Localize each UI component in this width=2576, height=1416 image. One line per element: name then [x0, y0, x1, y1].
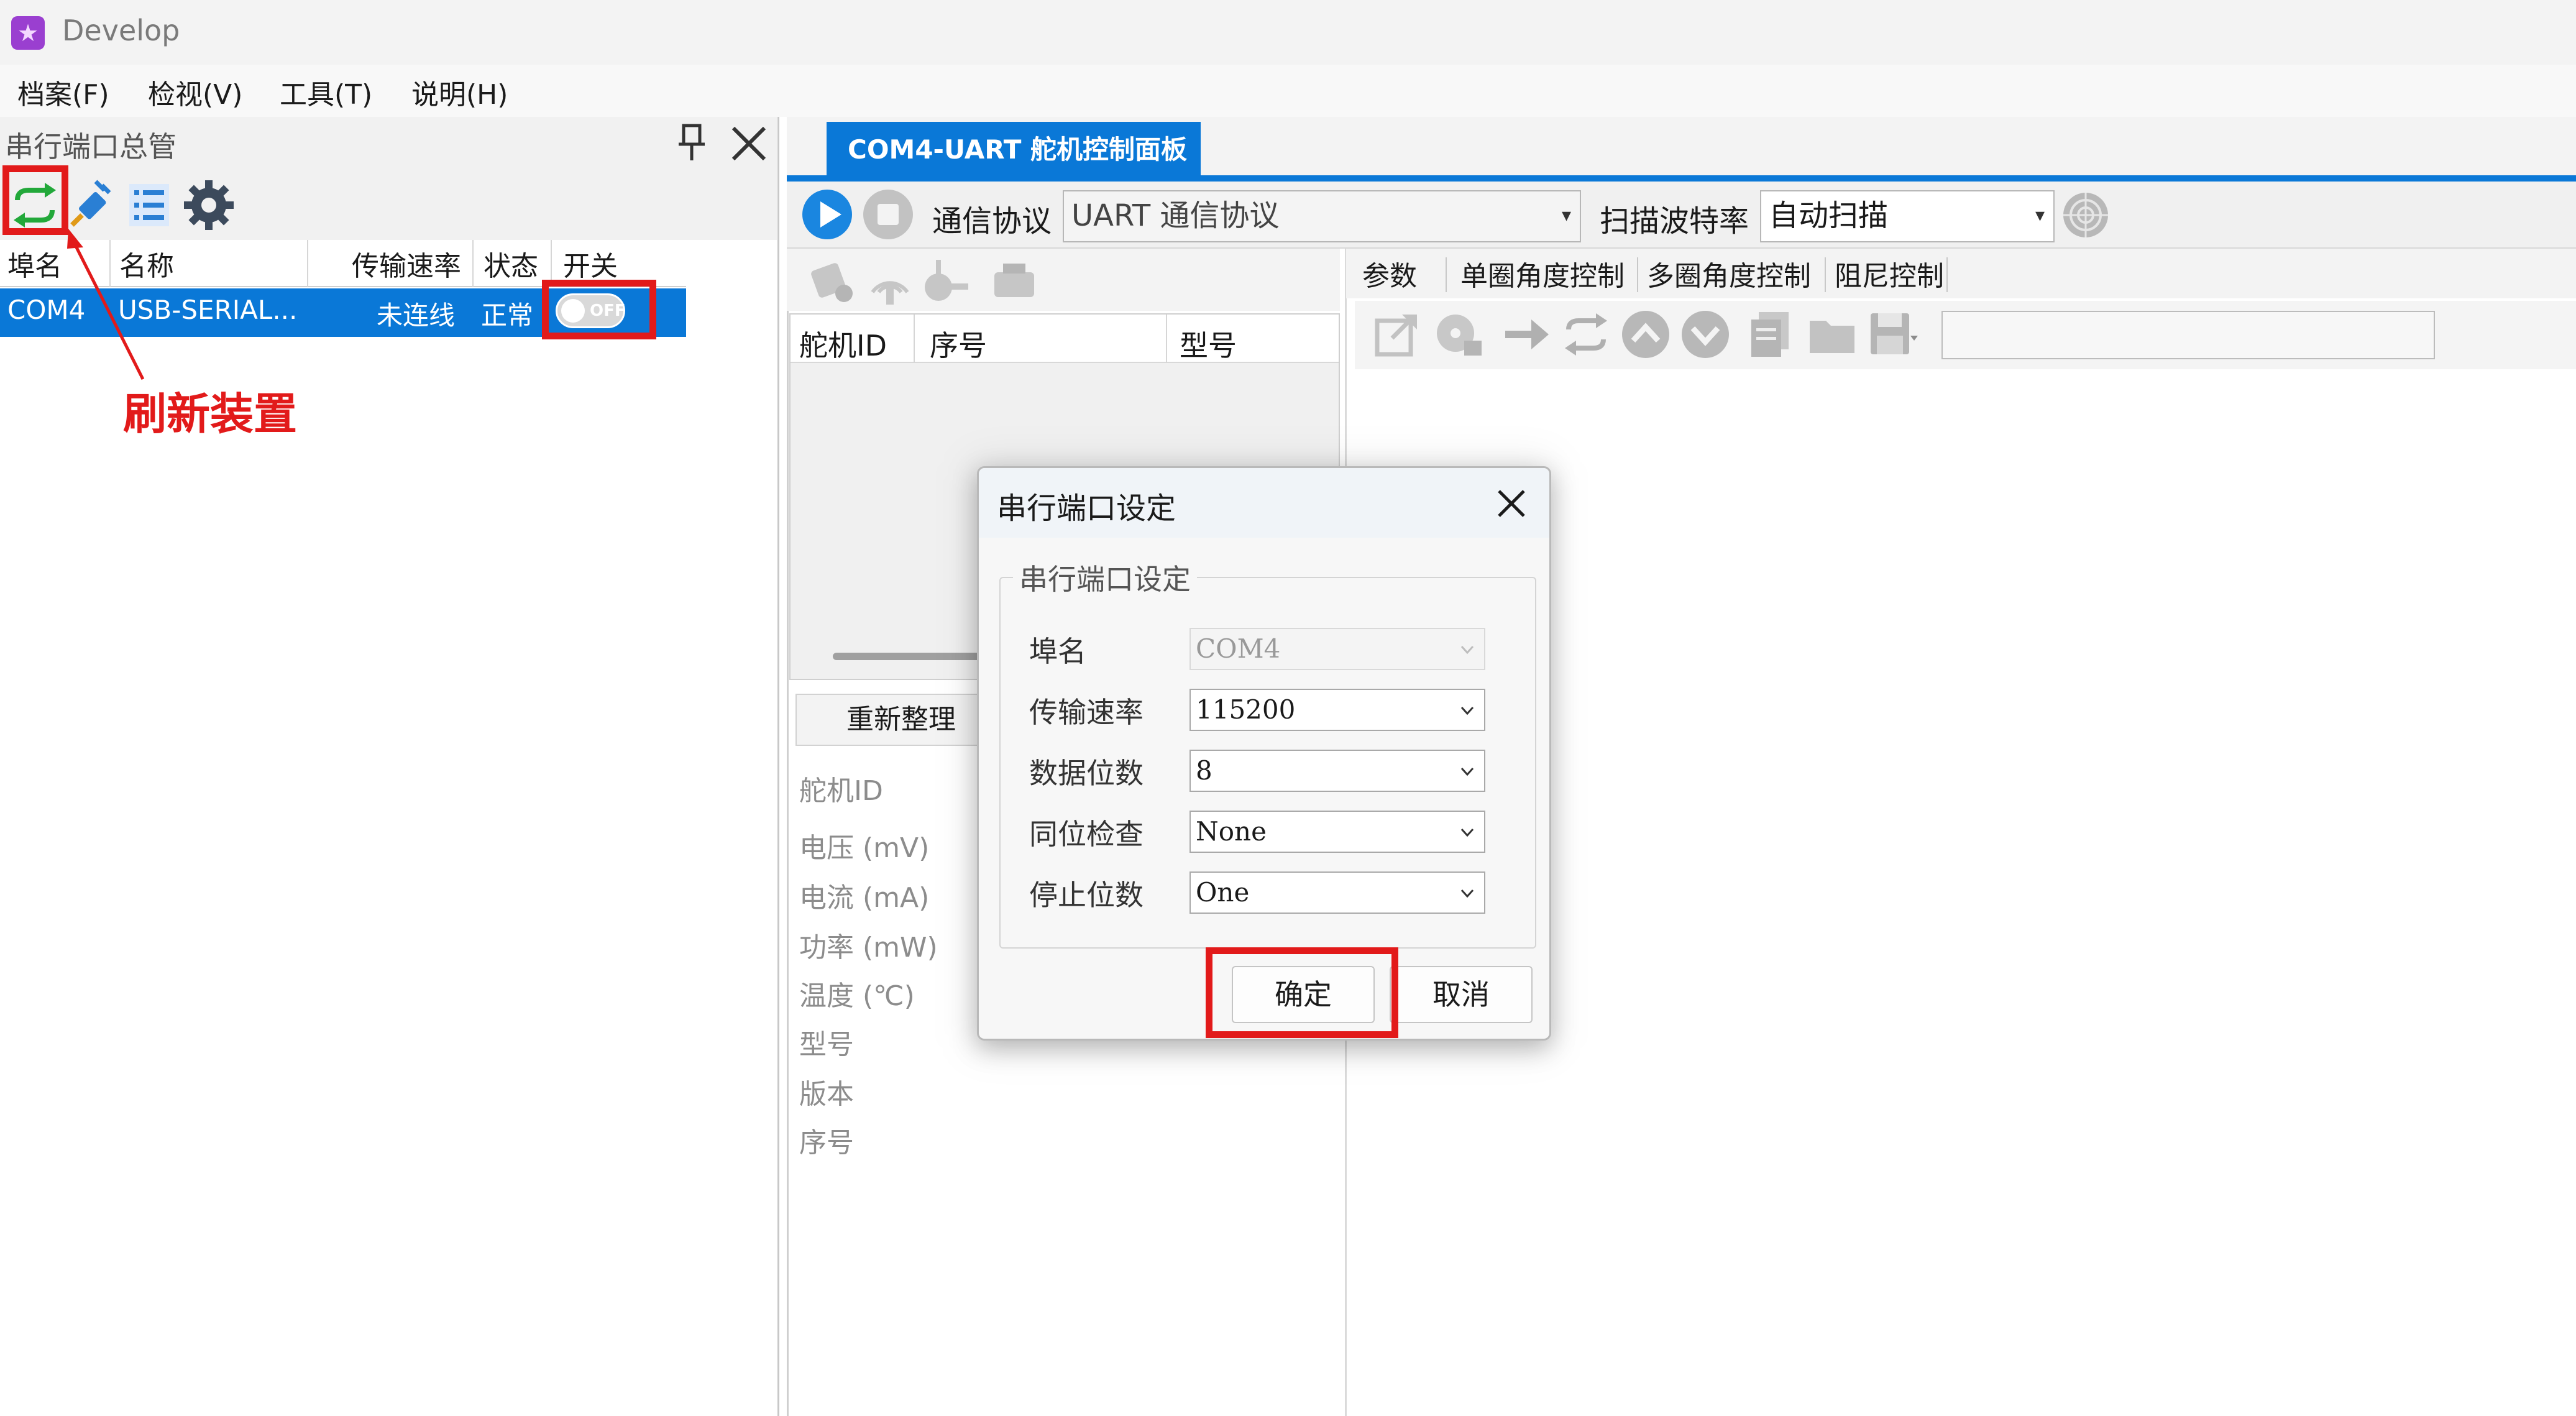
port-name-select: COM4	[1189, 628, 1485, 670]
info-voltage: 电压 (mV)	[799, 832, 930, 864]
tab-divider	[1446, 257, 1447, 292]
tab-multi-turn[interactable]: 多圈角度控制	[1647, 254, 1811, 293]
protocol-select[interactable]: UART 通信协议 ▾	[1063, 190, 1581, 242]
swap-icon[interactable]	[1560, 308, 1612, 361]
data-bits-select[interactable]: 8	[1189, 750, 1485, 792]
stop-bits-label: 停止位数	[1029, 878, 1144, 912]
column-divider	[472, 240, 474, 287]
stop-bits-select[interactable]: One	[1189, 871, 1485, 914]
column-baud[interactable]: 传输速率	[352, 244, 461, 283]
parity-select[interactable]: None	[1189, 811, 1485, 853]
chevron-down-icon	[1460, 889, 1474, 898]
chevron-down-icon	[1460, 828, 1474, 837]
scan-baud-label: 扫描波特率	[1600, 204, 1749, 239]
annotation-arrow-icon	[67, 229, 145, 380]
baud-rate-select[interactable]: 115200	[1189, 689, 1485, 731]
port-name-label: 埠名	[1029, 635, 1086, 668]
baud-rate-label: 传输速率	[1029, 696, 1144, 729]
play-button[interactable]	[800, 188, 854, 241]
title-bar	[0, 0, 2576, 65]
pin-icon[interactable]	[676, 122, 707, 163]
tab-single-turn[interactable]: 单圈角度控制	[1460, 254, 1625, 293]
dialog-title: 串行端口设定	[997, 491, 1176, 526]
info-current: 电流 (mA)	[799, 882, 930, 914]
cancel-button[interactable]: 取消	[1390, 966, 1533, 1023]
dropdown-arrow-icon: ▾	[2035, 205, 2045, 226]
info-model: 型号	[799, 1029, 854, 1060]
groupbox-title: 串行端口设定	[1013, 557, 1197, 598]
chevron-down-icon	[1460, 706, 1474, 715]
menu-file[interactable]: 档案(F)	[17, 72, 109, 112]
annotation-refresh-label: 刷新装置	[123, 388, 297, 439]
menu-help[interactable]: 说明(H)	[411, 72, 508, 112]
servo-horn-icon[interactable]	[920, 255, 972, 307]
highlight-ok	[1206, 947, 1398, 1038]
column-state[interactable]: 状态	[484, 244, 538, 283]
chevron-down-icon	[1460, 645, 1474, 655]
arrow-right-icon[interactable]	[1500, 308, 1552, 361]
stop-button[interactable]	[861, 188, 915, 241]
info-serial: 序号	[799, 1127, 854, 1159]
scan-baud-value: 自动扫描	[1769, 198, 1889, 233]
app-star-icon: ★	[11, 16, 45, 50]
scan-baud-select[interactable]: 自动扫描 ▾	[1760, 190, 2055, 242]
column-servo-id[interactable]: 舵机ID	[799, 323, 887, 364]
menu-tools[interactable]: 工具(T)	[280, 72, 372, 112]
servo-add-icon[interactable]	[805, 255, 858, 307]
tab-divider	[1946, 257, 1948, 292]
chevron-down-icon[interactable]	[1679, 308, 1731, 361]
export-icon[interactable]	[1371, 308, 1423, 361]
parameter-path-input[interactable]	[1941, 311, 2435, 359]
scan-radar-icon[interactable]	[2061, 190, 2111, 240]
tab-com4-uart[interactable]: COM4-UART 舵机控制面板	[827, 122, 1201, 178]
window-title: Develop	[62, 14, 180, 47]
row-state: 正常	[481, 300, 534, 331]
parity-value: None	[1196, 816, 1267, 847]
tab-parameters[interactable]: 参数	[1362, 254, 1417, 293]
protocol-label: 通信协议	[932, 204, 1052, 239]
column-switch[interactable]: 开关	[563, 244, 618, 283]
info-power: 功率 (mW)	[799, 932, 938, 963]
tab-damping[interactable]: 阻尼控制	[1835, 254, 1944, 293]
folder-open-icon[interactable]	[1806, 308, 1858, 361]
copy-document-icon[interactable]	[1745, 308, 1797, 361]
save-disk-icon[interactable]	[1867, 308, 1919, 361]
port-name-value: COM4	[1196, 633, 1281, 664]
info-temperature: 温度 (℃)	[799, 980, 915, 1012]
column-divider	[1166, 315, 1167, 363]
chevron-down-icon	[1460, 767, 1474, 776]
close-panel-icon[interactable]	[727, 122, 771, 165]
tab-divider	[1825, 257, 1826, 292]
info-version: 版本	[799, 1078, 854, 1110]
menu-view[interactable]: 检视(V)	[148, 72, 242, 112]
protocol-value: UART 通信协议	[1071, 198, 1280, 233]
data-bits-value: 8	[1196, 755, 1212, 786]
servo-signal-icon[interactable]	[864, 255, 916, 307]
column-serial[interactable]: 序号	[930, 323, 987, 364]
parameter-tab-strip: 参数 单圈角度控制 多圈角度控制 阻尼控制	[1346, 249, 2576, 298]
panel-title: 串行端口总管	[5, 130, 176, 163]
dropdown-arrow-icon: ▾	[1561, 205, 1571, 226]
parity-label: 同位检查	[1029, 817, 1144, 851]
baud-rate-value: 115200	[1196, 694, 1296, 725]
highlight-switch	[542, 280, 656, 339]
row-baud: 未连线	[377, 300, 456, 331]
servo-list-header: 舵机ID 序号 型号	[791, 315, 1339, 363]
data-bits-label: 数据位数	[1029, 756, 1144, 790]
column-model[interactable]: 型号	[1180, 323, 1237, 364]
stop-bits-value: One	[1196, 877, 1250, 908]
info-servo-id: 舵机ID	[799, 775, 883, 807]
column-divider	[914, 315, 915, 363]
servo-device-icon[interactable]	[988, 255, 1040, 307]
disc-settings-icon[interactable]	[1433, 308, 1485, 361]
settings-gear-icon[interactable]	[183, 179, 235, 231]
chevron-up-icon[interactable]	[1620, 308, 1672, 361]
dialog-close-icon[interactable]	[1492, 484, 1531, 523]
column-divider	[307, 240, 308, 287]
menu-bar: 档案(F) 检视(V) 工具(T) 说明(H)	[0, 65, 2576, 117]
tab-divider	[1637, 257, 1638, 292]
